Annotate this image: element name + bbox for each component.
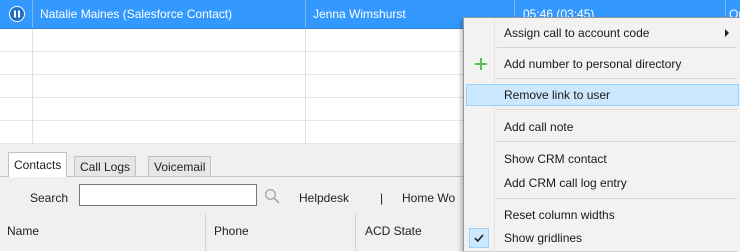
menu-item-add-call-note[interactable]: Add call note bbox=[466, 116, 739, 138]
pause-icon[interactable] bbox=[9, 6, 25, 22]
menu-item-label: Reset column widths bbox=[504, 208, 615, 222]
tab-contacts[interactable]: Contacts bbox=[8, 152, 68, 177]
menu-item-label: Remove link to user bbox=[504, 88, 611, 102]
menu-separator bbox=[497, 141, 737, 142]
search-icon[interactable] bbox=[264, 188, 280, 204]
menu-separator bbox=[497, 198, 737, 199]
column-header-phone[interactable]: Phone bbox=[214, 222, 249, 240]
call-contact: Natalie Maines (Salesforce Contact) bbox=[40, 7, 233, 21]
tab-voicemail[interactable]: Voicemail bbox=[148, 156, 212, 176]
menu-item-show-crm-contact[interactable]: Show CRM contact bbox=[466, 148, 739, 170]
column-divider bbox=[355, 214, 356, 251]
search-input[interactable] bbox=[79, 184, 257, 206]
menu-separator bbox=[497, 47, 737, 48]
menu-item-label: Assign call to account code bbox=[504, 26, 650, 40]
filter-home[interactable]: Home Wo bbox=[402, 190, 455, 206]
menu-item-add-crm-call-log[interactable]: Add CRM call log entry bbox=[466, 172, 739, 194]
menu-item-label: Show gridlines bbox=[504, 231, 583, 245]
menu-item-reset-column-widths[interactable]: Reset column widths bbox=[466, 204, 739, 226]
plus-icon bbox=[475, 58, 487, 70]
column-header-acd-state[interactable]: ACD State bbox=[365, 222, 422, 240]
check-icon bbox=[474, 234, 484, 243]
menu-item-label: Add CRM call log entry bbox=[504, 176, 627, 190]
context-menu: Assign call to account code Add number t… bbox=[463, 17, 740, 252]
filter-separator: | bbox=[380, 191, 384, 205]
search-label: Search bbox=[30, 191, 69, 205]
menu-separator bbox=[497, 78, 737, 79]
menu-item-label: Add number to personal directory bbox=[504, 57, 682, 71]
filter-helpdesk[interactable]: Helpdesk bbox=[299, 190, 349, 206]
menu-separator bbox=[497, 109, 737, 110]
menu-item-add-to-directory[interactable]: Add number to personal directory bbox=[466, 53, 739, 75]
menu-item-assign-account-code[interactable]: Assign call to account code bbox=[466, 22, 739, 44]
menu-item-show-gridlines[interactable]: Show gridlines bbox=[466, 227, 739, 249]
menu-item-label: Show CRM contact bbox=[504, 152, 607, 166]
grid-divider bbox=[305, 29, 306, 143]
check-indicator bbox=[469, 228, 489, 248]
menu-item-remove-link[interactable]: Remove link to user bbox=[466, 84, 739, 106]
grid-divider bbox=[32, 29, 33, 143]
column-divider bbox=[205, 214, 206, 251]
tab-call-logs[interactable]: Call Logs bbox=[74, 156, 137, 176]
chevron-right-icon bbox=[725, 29, 729, 37]
column-header-name[interactable]: Name bbox=[7, 222, 39, 240]
menu-item-label: Add call note bbox=[504, 120, 574, 134]
